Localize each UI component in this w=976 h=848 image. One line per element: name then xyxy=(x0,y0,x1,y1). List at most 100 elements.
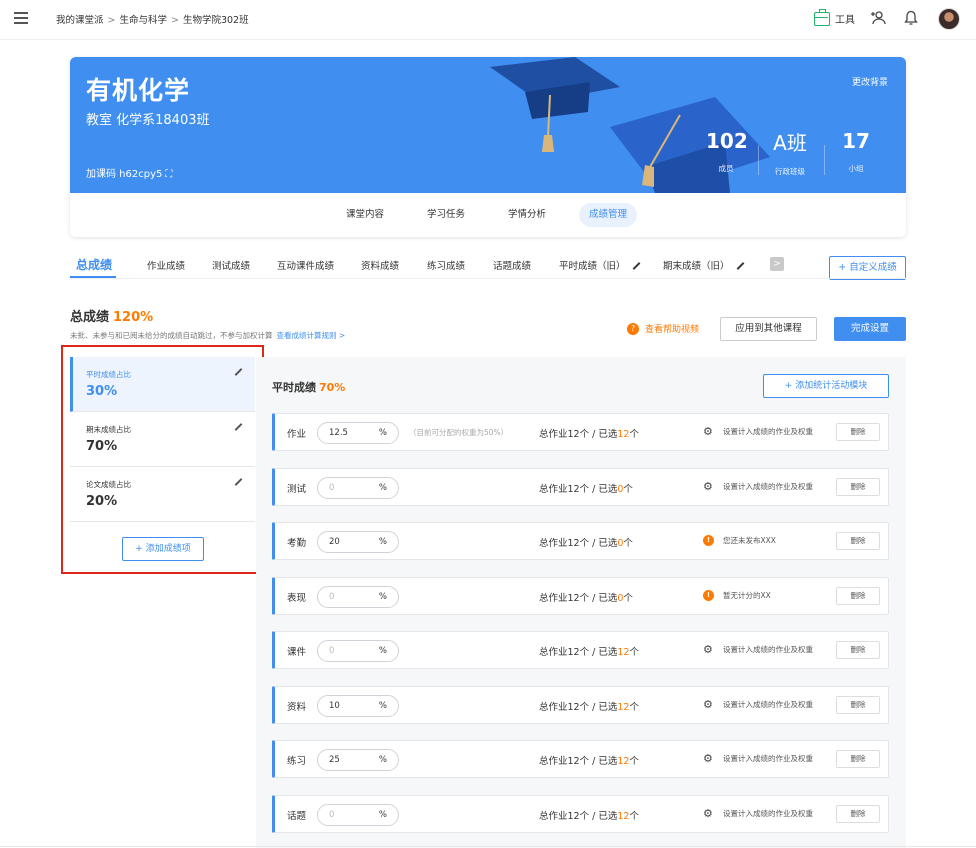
percent-unit: % xyxy=(378,482,387,493)
count-prefix: 总作业12个 / 已选 xyxy=(539,592,618,604)
pencil-icon[interactable] xyxy=(736,261,744,270)
module-setting[interactable]: ⚙ 设置计入成绩的作业及权重 xyxy=(703,753,813,764)
count-prefix: 总作业12个 / 已选 xyxy=(539,538,618,549)
weight-input[interactable]: 12.5% xyxy=(317,422,399,444)
add-activity-module-button[interactable]: + 添加统计活动模块 xyxy=(763,374,889,398)
tabs-divider xyxy=(70,278,906,279)
scroll-right-arrow-icon[interactable]: > xyxy=(770,257,784,271)
setting-label: 暂无计分的XX xyxy=(723,590,771,600)
grade-module-row: 作业 12.5% （目前可分配的权重为50%） 总作业12个 / 已选12个 ⚙ 设置计入… xyxy=(272,413,889,451)
finish-settings-button[interactable]: 完成设置 xyxy=(834,317,906,341)
rule-link[interactable]: 查看成绩计算规则 > xyxy=(277,331,346,340)
weight-input[interactable]: 10% xyxy=(317,694,399,717)
bottom-divider xyxy=(0,846,976,847)
module-setting[interactable]: ⚙ 设置计入成绩的作业及权重 xyxy=(703,699,813,710)
weight-value: 0 xyxy=(329,482,335,493)
weight-hint: （目前可分配的权重为50%） xyxy=(409,428,509,437)
module-name: 表现 xyxy=(287,592,307,604)
change-background-link[interactable]: 更改背景 xyxy=(852,75,888,88)
warning-icon: ! xyxy=(703,589,714,601)
question-icon: ? xyxy=(627,322,639,335)
weight-input[interactable]: 0% xyxy=(317,476,399,499)
grade-module-row: 课件 0% 总作业12个 / 已选12个 ⚙ 设置计入成绩的作业及权重 删除 xyxy=(272,631,889,669)
percent-unit: % xyxy=(378,591,387,602)
tab-learning-tasks[interactable]: 学习任务 xyxy=(417,203,475,227)
module-name: 资料 xyxy=(287,701,307,713)
weight-value: 20 xyxy=(329,537,340,547)
grade-module-row: 资料 10% 总作业12个 / 已选12个 ⚙ 设置计入成绩的作业及权重 删除 xyxy=(272,685,889,724)
delete-button[interactable]: 删除 xyxy=(836,804,880,823)
avatar[interactable] xyxy=(938,8,960,30)
module-setting[interactable]: ⚙ 设置计入成绩的作业及权重 xyxy=(703,481,813,492)
breadcrumb-item: 生物学院302班 xyxy=(182,15,249,26)
help-video-link[interactable]: ? 查看帮助视频 xyxy=(627,322,699,335)
setting-label: 设置计入成绩的作业及权重 xyxy=(723,808,813,818)
module-setting[interactable]: ⚙ 设置计入成绩的作业及权重 xyxy=(703,426,813,437)
breadcrumb-separator: > xyxy=(171,15,179,26)
grade-tab-usual-old[interactable]: 平时成绩（旧） xyxy=(559,258,641,272)
delete-button[interactable]: 删除 xyxy=(836,532,880,550)
grade-tab-test[interactable]: 测试成绩 xyxy=(212,258,250,272)
tools-button[interactable]: 工具 xyxy=(814,8,855,26)
delete-button[interactable]: 删除 xyxy=(836,586,880,605)
help-video-label: 查看帮助视频 xyxy=(645,325,700,335)
breadcrumb-item[interactable]: 生命与科学 xyxy=(119,15,167,26)
grade-tab-total[interactable]: 总成绩 xyxy=(76,256,112,273)
stat-members: 102 成员 xyxy=(706,129,748,174)
weight-input[interactable]: 25% xyxy=(317,749,399,771)
usual-grade-panel: 平时成绩 70% + 添加统计活动模块 作业 12.5% （目前可分配的权重为50%）… xyxy=(256,357,906,848)
selected-count: 12 xyxy=(617,701,630,713)
delete-button[interactable]: 删除 xyxy=(836,750,880,768)
tab-grade-management[interactable]: 成绩管理 xyxy=(579,203,638,227)
delete-button[interactable]: 删除 xyxy=(836,695,880,714)
module-setting[interactable]: ! 您还未发布XXX xyxy=(703,535,776,546)
grade-tab-homework[interactable]: 作业成绩 xyxy=(147,258,185,272)
weight-input[interactable]: 20% xyxy=(317,531,399,553)
grade-tab-final-old[interactable]: 期末成绩（旧） xyxy=(663,258,745,272)
grade-tab-topic[interactable]: 话题成绩 xyxy=(493,258,531,272)
tab-course-content[interactable]: 课堂内容 xyxy=(336,203,394,227)
count-prefix: 总作业12个 / 已选 xyxy=(539,429,618,440)
tab-learning-analysis[interactable]: 学情分析 xyxy=(498,203,556,227)
grade-tab-interactive[interactable]: 互动课件成绩 xyxy=(277,258,334,272)
menu-icon[interactable] xyxy=(14,12,28,26)
gear-icon: ⚙ xyxy=(703,752,713,765)
module-setting[interactable]: ⚙ 设置计入成绩的作业及权重 xyxy=(703,808,813,819)
pencil-icon[interactable] xyxy=(632,261,640,270)
weight-input[interactable]: 0% xyxy=(317,585,399,608)
grade-tab-practice[interactable]: 练习成绩 xyxy=(427,258,465,272)
delete-button[interactable]: 删除 xyxy=(836,477,880,496)
add-user-icon[interactable] xyxy=(868,10,888,30)
grade-module-row: 测试 0% 总作业12个 / 已选0个 ⚙ 设置计入成绩的作业及权重 删除 xyxy=(272,467,889,506)
divider xyxy=(758,145,759,175)
grade-module-row: 练习 25% 总作业12个 / 已选12个 ⚙ 设置计入成绩的作业及权重 删除 xyxy=(272,740,889,778)
warning-icon: ! xyxy=(703,535,714,546)
breadcrumb-item[interactable]: 我的课堂派 xyxy=(56,15,104,26)
tools-label: 工具 xyxy=(835,15,855,26)
bell-icon[interactable] xyxy=(901,10,921,30)
stat-label: 成员 xyxy=(718,164,734,173)
grade-module-row: 考勤 20% 总作业12个 / 已选0个! 您还未发布XXX 删除 xyxy=(272,522,889,560)
module-setting[interactable]: ! 暂无计分的XX xyxy=(703,589,771,601)
apply-to-other-courses-button[interactable]: 应用到其他课程 xyxy=(720,317,817,341)
setting-label: 设置计入成绩的作业及权重 xyxy=(723,427,813,436)
module-name: 课件 xyxy=(287,647,307,658)
selected-count: 12 xyxy=(617,810,630,822)
percent-unit: % xyxy=(378,700,387,711)
grade-module-row: 话题 0% 总作业12个 / 已选12个 ⚙ 设置计入成绩的作业及权重 删除 xyxy=(272,794,889,833)
highlight-box xyxy=(61,345,264,574)
count-suffix: 个 xyxy=(629,756,639,767)
module-setting[interactable]: ⚙ 设置计入成绩的作业及权重 xyxy=(703,644,813,655)
grade-tab-material[interactable]: 资料成绩 xyxy=(361,258,399,272)
module-name: 作业 xyxy=(287,429,307,440)
total-percent: 120% xyxy=(113,310,154,325)
delete-button[interactable]: 删除 xyxy=(836,641,880,659)
weight-input[interactable]: 0% xyxy=(317,640,399,662)
custom-grade-button[interactable]: + 自定义成绩 xyxy=(829,256,906,280)
gear-icon: ⚙ xyxy=(703,806,713,820)
fullscreen-icon[interactable]: ⛶ xyxy=(165,169,172,180)
weight-input[interactable]: 0% xyxy=(317,803,399,826)
delete-button[interactable]: 删除 xyxy=(836,423,880,441)
course-card: 有机化学 教室 化学系18403班 加课码 h62cpy5 ⛶ 更改背景 102 … xyxy=(70,57,906,237)
selected-count: 12 xyxy=(617,756,630,767)
